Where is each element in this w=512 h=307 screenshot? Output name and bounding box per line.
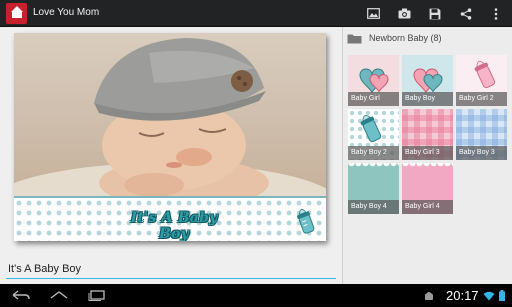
thumbnail-baby-boy-4[interactable]: Baby Boy 4 [348, 163, 399, 214]
clock: 20:17 [446, 288, 479, 303]
thumbnail-baby-boy[interactable]: Baby Boy [402, 55, 453, 106]
baby-boy-banner: It's A Baby Boy [14, 196, 326, 241]
thumbnail-baby-girl-4[interactable]: Baby Girl 4 [402, 163, 453, 214]
thumbnail-baby-girl[interactable]: Baby Girl [348, 55, 399, 106]
photo-frame[interactable]: It's A Baby Boy [14, 33, 326, 241]
thumbnail-label: Baby Boy 3 [456, 146, 507, 160]
camera-button[interactable] [393, 3, 415, 24]
wifi-icon [483, 291, 495, 300]
overflow-menu-button[interactable] [485, 3, 507, 24]
thumbnail-label: Baby Boy [402, 92, 453, 106]
recent-apps-icon [88, 290, 105, 301]
thumbnail-label: Baby Boy 4 [348, 200, 399, 214]
category-title: Newborn Baby (8) [369, 33, 442, 43]
caption-field-wrapper [6, 261, 336, 279]
app-title: Love You Mom [33, 7, 100, 18]
thumbnail-label: Baby Girl 4 [402, 200, 453, 214]
system-navigation-bar: 20:17 [0, 284, 512, 307]
wifi-status [482, 287, 496, 304]
battery-status [497, 287, 507, 304]
thumbnail-label: Baby Girl [348, 92, 399, 106]
battery-icon [499, 290, 505, 301]
overflow-menu-icon [494, 7, 498, 20]
camera-icon [398, 8, 410, 19]
action-bar: Love You Mom [0, 0, 512, 27]
image-icon [366, 8, 380, 19]
gallery-button[interactable] [362, 3, 384, 24]
editor-area: It's A Baby Boy [0, 27, 342, 284]
thumbnail-label: Baby Girl 2 [456, 92, 507, 106]
thumbnail-baby-boy-3[interactable]: Baby Boy 3 [456, 109, 507, 160]
baby-photo [14, 33, 326, 196]
share-icon [460, 7, 472, 20]
home-icon [50, 291, 68, 299]
template-panel: Newborn Baby (8) Baby Girl Baby Boy Baby… [342, 27, 512, 284]
save-icon [429, 8, 441, 19]
thumbnail-label: Baby Girl 3 [402, 146, 453, 160]
app-logo-icon[interactable] [6, 3, 27, 24]
android-icon [425, 291, 433, 300]
thumbnail-baby-girl-2[interactable]: Baby Girl 2 [456, 55, 507, 106]
banner-text: It's A Baby Boy [130, 210, 218, 241]
recent-apps-button[interactable] [86, 287, 108, 304]
share-button[interactable] [455, 3, 477, 24]
thumbnail-baby-girl-3[interactable]: Baby Girl 3 [402, 109, 453, 160]
thumbnail-baby-boy-2[interactable]: Baby Boy 2 [348, 109, 399, 160]
panel-header[interactable]: Newborn Baby (8) [343, 27, 512, 50]
status-notification [422, 287, 436, 304]
back-icon [12, 290, 30, 300]
back-button[interactable] [10, 287, 32, 304]
baby-bottle-icon [296, 209, 315, 234]
save-button[interactable] [424, 3, 446, 24]
home-button[interactable] [48, 287, 70, 304]
caption-input[interactable] [8, 263, 328, 275]
thumbnail-label: Baby Boy 2 [348, 146, 399, 160]
folder-icon [347, 34, 362, 44]
